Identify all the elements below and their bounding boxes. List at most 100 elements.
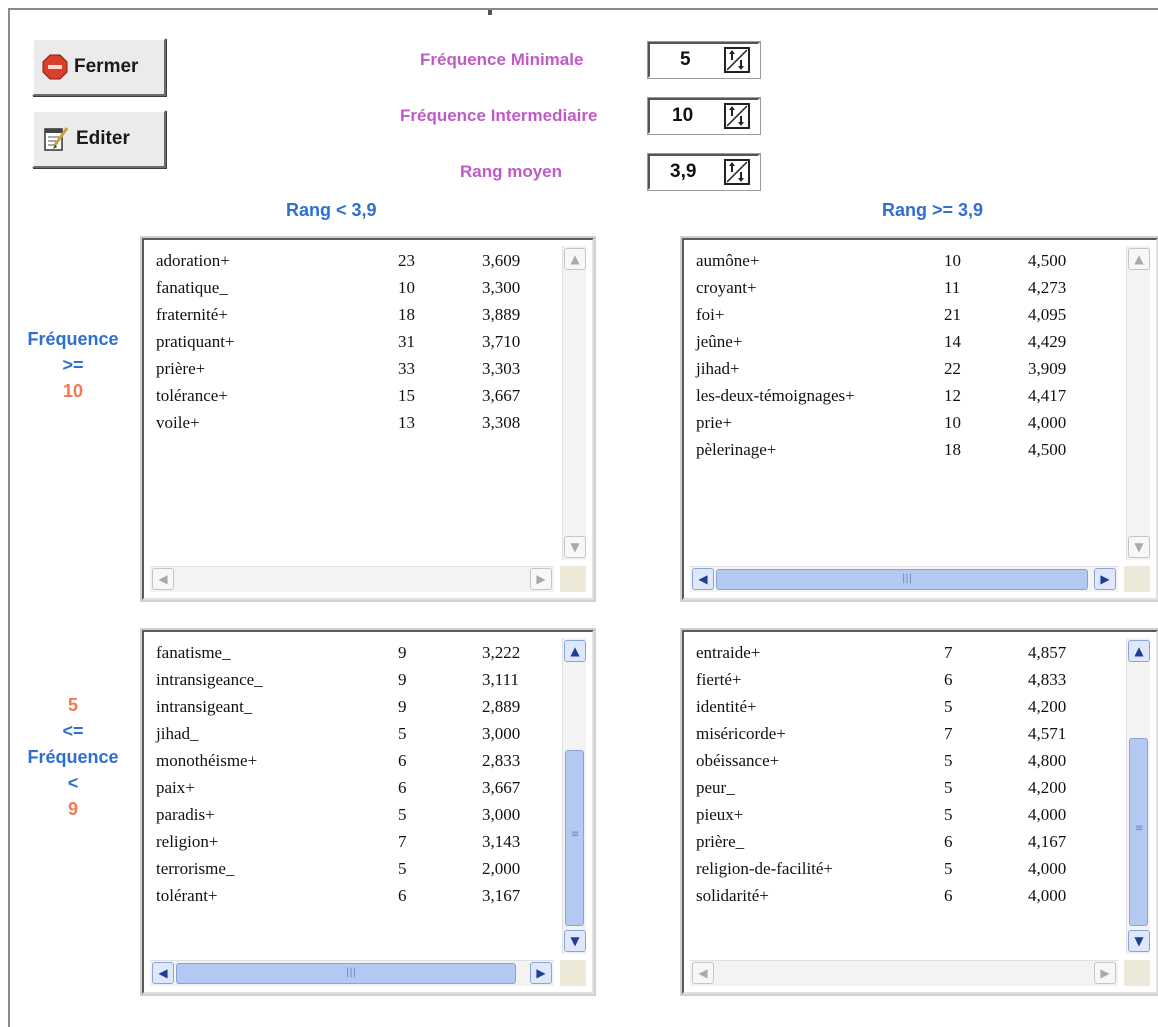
table-row[interactable]: solidarité+ 6 4,000 — [692, 883, 1116, 910]
min-frequency-value[interactable]: 5 — [680, 49, 691, 71]
table-row[interactable]: intransigeant_ 9 2,889 — [152, 694, 552, 721]
vertical-scrollbar[interactable]: ▲ ≡ ▼ — [1126, 638, 1150, 954]
vertical-scrollbar[interactable]: ▲ ≡ ▼ — [562, 638, 586, 954]
table-row[interactable]: intransigeance_ 9 3,111 — [152, 667, 552, 694]
horizontal-scrollbar[interactable]: ◀ ||| ▶ — [690, 566, 1118, 592]
scroll-left-button[interactable]: ◀ — [152, 962, 174, 984]
table-row[interactable]: fanatique_ 10 3,300 — [152, 275, 552, 302]
mean-rank-spinner[interactable] — [724, 159, 750, 185]
frequency-cell: 9 — [398, 697, 407, 716]
horizontal-scrollbar[interactable]: ◀ ▶ — [150, 566, 554, 592]
list-top-right[interactable]: aumône+ 10 4,500 croyant+ 11 4,273 foi+ 21 4,0… — [680, 236, 1158, 602]
table-row[interactable]: voile+ 13 3,308 — [152, 410, 552, 437]
frequency-cell: 12 — [944, 386, 961, 405]
table-row[interactable]: tolérance+ 15 3,667 — [152, 383, 552, 410]
table-row[interactable]: entraide+ 7 4,857 — [692, 640, 1116, 667]
frequency-cell: 18 — [398, 305, 415, 324]
table-row[interactable]: foi+ 21 4,095 — [692, 302, 1116, 329]
chevron-right-icon: ▶ — [536, 572, 546, 586]
horizontal-scrollbar[interactable]: ◀ ▶ — [690, 960, 1118, 986]
table-row[interactable]: paix+ 6 3,667 — [152, 775, 552, 802]
inter-frequency-value[interactable]: 10 — [672, 105, 693, 127]
min-frequency-spinner[interactable] — [724, 47, 750, 73]
row-title-top-line-3: 10 — [62, 381, 84, 401]
scroll-up-button[interactable]: ▲ — [564, 248, 586, 270]
horizontal-scroll-thumb[interactable]: ||| — [716, 569, 1088, 590]
table-row[interactable]: terrorisme_ 5 2,000 — [152, 856, 552, 883]
list-bottom-right[interactable]: entraide+ 7 4,857 fierté+ 6 4,833 identité+ 5… — [680, 628, 1158, 996]
table-row[interactable]: croyant+ 11 4,273 — [692, 275, 1116, 302]
table-row[interactable]: monothéisme+ 6 2,833 — [152, 748, 552, 775]
scroll-right-button[interactable]: ▶ — [1094, 962, 1116, 984]
vertical-scroll-thumb[interactable]: ≡ — [1129, 738, 1148, 926]
column-title-high-rank: Rang >= 3,9 — [882, 200, 984, 220]
scroll-left-button[interactable]: ◀ — [152, 568, 174, 590]
up-down-arrows-icon — [726, 105, 748, 127]
scroll-down-button[interactable]: ▼ — [1128, 536, 1150, 558]
horizontal-scrollbar[interactable]: ◀ ||| ▶ — [150, 960, 554, 986]
table-row[interactable]: prie+ 10 4,000 — [692, 410, 1116, 437]
word-cell: fierté+ — [696, 670, 742, 689]
vertical-scroll-thumb[interactable]: ≡ — [565, 750, 584, 926]
table-row[interactable]: les-deux-témoignages+ 12 4,417 — [692, 383, 1116, 410]
scroll-up-button[interactable]: ▲ — [564, 640, 586, 662]
close-button[interactable]: Fermer — [32, 38, 166, 96]
table-row[interactable]: fraternité+ 18 3,889 — [152, 302, 552, 329]
chevron-down-icon: ▼ — [570, 540, 580, 554]
word-cell: religion-de-facilité+ — [696, 859, 834, 878]
table-row[interactable]: fanatisme_ 9 3,222 — [152, 640, 552, 667]
table-row[interactable]: prière_ 6 4,167 — [692, 829, 1116, 856]
scroll-right-button[interactable]: ▶ — [530, 962, 552, 984]
list-top-left[interactable]: adoration+ 23 3,609 fanatique_ 10 3,300 frat… — [140, 236, 596, 602]
scrollbar-corner — [1124, 960, 1150, 986]
table-row[interactable]: fierté+ 6 4,833 — [692, 667, 1116, 694]
row-title-high-frequency: Fréquence >= 10 — [18, 326, 128, 404]
table-row[interactable]: identité+ 5 4,200 — [692, 694, 1116, 721]
min-frequency-field[interactable]: 5 — [647, 41, 761, 79]
edit-button[interactable]: Editer — [32, 110, 166, 168]
scroll-left-button[interactable]: ◀ — [692, 568, 714, 590]
table-row[interactable]: miséricorde+ 7 4,571 — [692, 721, 1116, 748]
table-row[interactable]: pèlerinage+ 18 4,500 — [692, 437, 1116, 464]
horizontal-scroll-thumb[interactable]: ||| — [176, 963, 516, 984]
table-row[interactable]: jeûne+ 14 4,429 — [692, 329, 1116, 356]
scroll-down-button[interactable]: ▼ — [564, 930, 586, 952]
table-row[interactable]: religion-de-facilité+ 5 4,000 — [692, 856, 1116, 883]
table-row[interactable]: prière+ 33 3,303 — [152, 356, 552, 383]
inter-frequency-label: Fréquence Intermediaire — [400, 106, 598, 125]
table-row[interactable]: jihad+ 22 3,909 — [692, 356, 1116, 383]
table-row[interactable]: aumône+ 10 4,500 — [692, 248, 1116, 275]
table-row[interactable]: tolérant+ 6 3,167 — [152, 883, 552, 910]
table-row[interactable]: pieux+ 5 4,000 — [692, 802, 1116, 829]
scroll-down-button[interactable]: ▼ — [1128, 930, 1150, 952]
table-row[interactable]: obéissance+ 5 4,800 — [692, 748, 1116, 775]
stop-sign-icon — [42, 54, 68, 80]
rows-bottom-left: fanatisme_ 9 3,222 intransigeance_ 9 3,111 i… — [152, 640, 552, 910]
scroll-right-button[interactable]: ▶ — [530, 568, 552, 590]
rank-cell: 3,667 — [482, 386, 521, 405]
mean-rank-field[interactable]: 3,9 — [647, 153, 761, 191]
table-row[interactable]: paradis+ 5 3,000 — [152, 802, 552, 829]
frequency-cell: 9 — [398, 670, 407, 689]
inter-frequency-spinner[interactable] — [724, 103, 750, 129]
word-cell: prière_ — [696, 832, 745, 851]
rank-cell: 2,889 — [482, 697, 521, 716]
chevron-right-icon: ▶ — [536, 966, 546, 980]
list-bottom-left[interactable]: fanatisme_ 9 3,222 intransigeance_ 9 3,111 i… — [140, 628, 596, 996]
table-row[interactable]: pratiquant+ 31 3,710 — [152, 329, 552, 356]
table-row[interactable]: peur_ 5 4,200 — [692, 775, 1116, 802]
scroll-up-button[interactable]: ▲ — [1128, 248, 1150, 270]
frequency-cell: 5 — [944, 778, 953, 797]
scroll-left-button[interactable]: ◀ — [692, 962, 714, 984]
scroll-up-button[interactable]: ▲ — [1128, 640, 1150, 662]
table-row[interactable]: religion+ 7 3,143 — [152, 829, 552, 856]
table-row[interactable]: jihad_ 5 3,000 — [152, 721, 552, 748]
scroll-down-button[interactable]: ▼ — [564, 536, 586, 558]
vertical-scrollbar[interactable]: ▲ ▼ — [562, 246, 586, 560]
frequency-cell: 18 — [944, 440, 961, 459]
mean-rank-value[interactable]: 3,9 — [670, 161, 696, 183]
scroll-right-button[interactable]: ▶ — [1094, 568, 1116, 590]
inter-frequency-field[interactable]: 10 — [647, 97, 761, 135]
vertical-scrollbar[interactable]: ▲ ▼ — [1126, 246, 1150, 560]
table-row[interactable]: adoration+ 23 3,609 — [152, 248, 552, 275]
